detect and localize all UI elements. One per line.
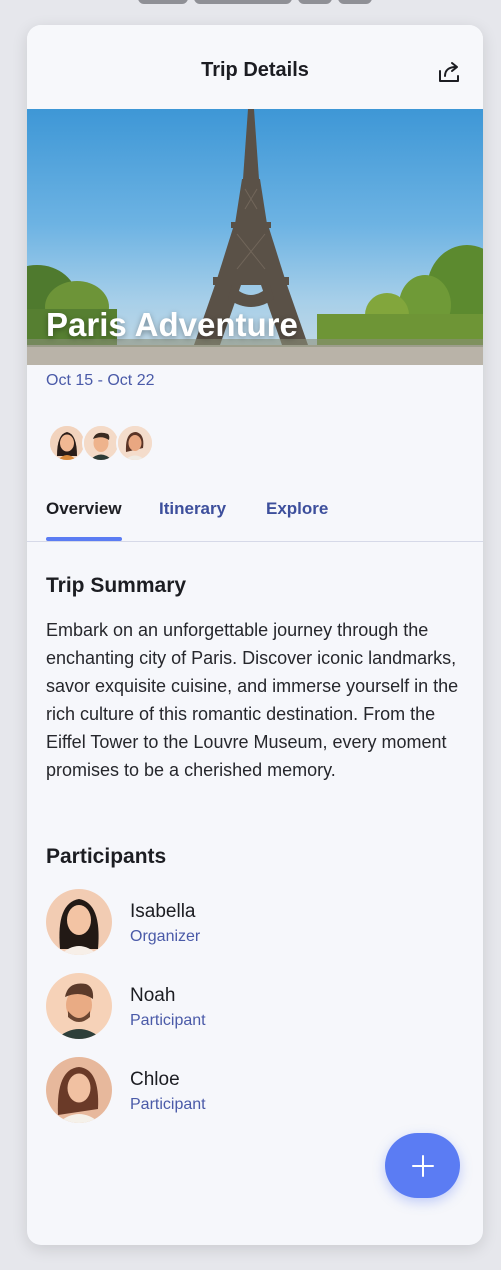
participant-name: Noah — [130, 985, 176, 1006]
participants-heading: Participants — [46, 845, 167, 868]
avatar — [116, 424, 154, 462]
tab-explore[interactable]: Explore — [266, 499, 328, 519]
participant-row[interactable]: Noah Participant — [46, 973, 446, 1039]
trip-details-card: Trip Details Paris Adventure Oct 15 - Oc… — [27, 25, 483, 1245]
top-toolbar-stub — [138, 0, 372, 4]
participant-role: Participant — [130, 1096, 206, 1113]
trip-name: Paris Adventure — [46, 306, 298, 343]
header: Trip Details — [27, 25, 483, 109]
tab-itinerary[interactable]: Itinerary — [159, 499, 226, 519]
trip-summary-text: Embark on an unforgettable journey throu… — [46, 620, 459, 780]
avatar — [82, 424, 120, 462]
add-button[interactable] — [385, 1133, 460, 1198]
tab-bar: Overview Itinerary Explore — [27, 495, 483, 542]
trip-dates: Oct 15 - Oct 22 — [46, 372, 155, 389]
participant-role: Participant — [130, 1012, 206, 1029]
participant-row[interactable]: Isabella Organizer — [46, 889, 446, 955]
plus-icon — [411, 1154, 434, 1177]
avatar — [48, 424, 86, 462]
hero-image: Paris Adventure — [27, 109, 483, 365]
page-title: Trip Details — [201, 59, 309, 81]
participant-role: Organizer — [130, 928, 201, 945]
tab-overview[interactable]: Overview — [46, 499, 122, 519]
share-icon[interactable] — [437, 59, 463, 85]
participant-row[interactable]: Chloe Participant — [46, 1057, 446, 1123]
avatar — [46, 889, 112, 955]
avatar — [46, 973, 112, 1039]
active-tab-indicator — [46, 537, 122, 541]
participant-name: Chloe — [130, 1069, 180, 1090]
avatar — [46, 1057, 112, 1123]
participant-avatar-stack[interactable] — [48, 424, 154, 462]
trip-summary-heading: Trip Summary — [46, 574, 187, 597]
participant-name: Isabella — [130, 901, 196, 922]
